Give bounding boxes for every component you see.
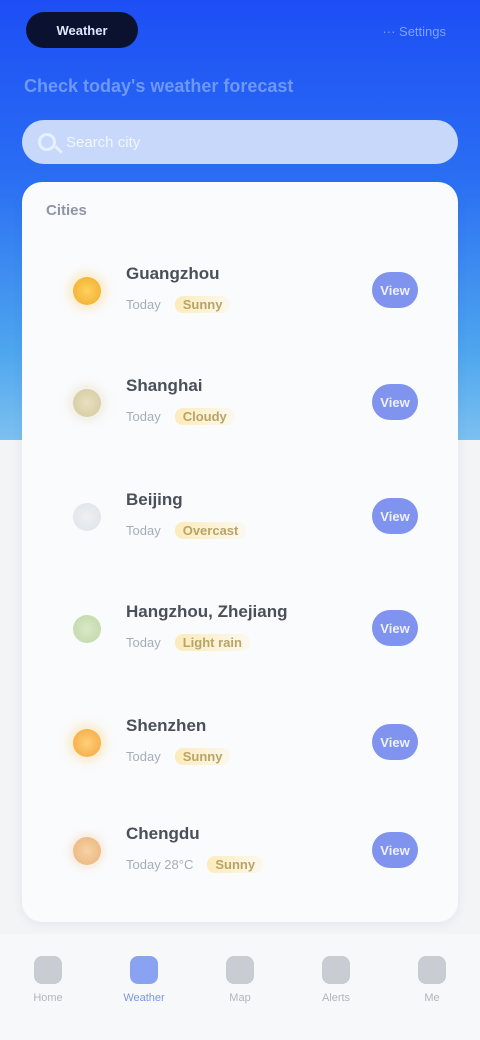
- top-right-actions[interactable]: ··· Settings: [382, 20, 446, 42]
- top-bar: Weather ··· Settings: [0, 0, 480, 64]
- weather-tag: Sunny: [174, 747, 231, 765]
- weather-tag: Sunny: [207, 855, 264, 873]
- view-button[interactable]: View: [372, 724, 418, 760]
- list-item[interactable]: Chengdu Today 28°C Sunny View: [22, 802, 458, 902]
- city-meta: Today Cloudy: [126, 406, 235, 426]
- city-name: Shanghai: [126, 376, 203, 395]
- list-item[interactable]: Hangzhou, Zhejiang Today Light rain View: [22, 580, 458, 680]
- app-title-pill[interactable]: Weather: [26, 12, 138, 48]
- map-icon: [226, 956, 254, 984]
- nav-item-map[interactable]: Map: [205, 956, 275, 1004]
- search-input[interactable]: [66, 133, 442, 151]
- nav-label: Weather: [123, 992, 165, 1004]
- weather-tag: Light rain: [174, 633, 250, 651]
- city-meta: Today Sunny: [126, 294, 231, 314]
- rain-icon: [66, 608, 108, 650]
- list-item[interactable]: Beijing Today Overcast View: [22, 468, 458, 568]
- search-icon: [38, 133, 56, 151]
- sun-icon: [66, 270, 108, 312]
- sun-icon: [66, 830, 108, 872]
- city-meta: Today Light rain: [126, 632, 250, 652]
- nav-item-home[interactable]: Home: [13, 956, 83, 1004]
- home-icon: [34, 956, 62, 984]
- search-bar[interactable]: [22, 120, 458, 164]
- city-name: Hangzhou, Zhejiang: [126, 602, 288, 621]
- user-icon: [418, 956, 446, 984]
- nav-item-alerts[interactable]: Alerts: [301, 956, 371, 1004]
- city-subtext: Today: [126, 296, 161, 312]
- list-item[interactable]: Guangzhou Today Sunny View: [22, 242, 458, 342]
- view-button[interactable]: View: [372, 832, 418, 868]
- weather-icon: [130, 956, 158, 984]
- view-button[interactable]: View: [372, 272, 418, 308]
- sun-icon: [66, 722, 108, 764]
- view-button[interactable]: View: [372, 610, 418, 646]
- city-meta: Today 28°C Sunny: [126, 854, 264, 874]
- nav-label: Home: [33, 992, 63, 1004]
- bell-icon: [322, 956, 350, 984]
- city-subtext: Today 28°C: [126, 856, 194, 872]
- nav-item-me[interactable]: Me: [397, 956, 467, 1004]
- list-item[interactable]: Shenzhen Today Sunny View: [22, 694, 458, 794]
- city-subtext: Today: [126, 748, 161, 764]
- view-button[interactable]: View: [372, 384, 418, 420]
- city-name: Beijing: [126, 490, 183, 509]
- cloud-icon: [66, 496, 108, 538]
- page-subtitle: Check today's weather forecast: [24, 76, 294, 96]
- weather-tag: Sunny: [174, 295, 231, 313]
- city-subtext: Today: [126, 408, 161, 424]
- top-right-text[interactable]: ··· Settings: [382, 24, 446, 39]
- nav-item-weather[interactable]: Weather: [109, 956, 179, 1004]
- city-name: Chengdu: [126, 824, 200, 843]
- weather-tag: Overcast: [174, 521, 247, 539]
- nav-label: Me: [424, 992, 440, 1004]
- weather-tag: Cloudy: [174, 407, 235, 425]
- nav-label: Map: [229, 992, 251, 1004]
- city-name: Guangzhou: [126, 264, 220, 283]
- city-list-card: Cities Guangzhou Today Sunny View Shangh…: [22, 182, 458, 922]
- city-meta: Today Overcast: [126, 520, 247, 540]
- city-subtext: Today: [126, 634, 161, 650]
- bottom-nav: Home Weather Map Alerts Me: [0, 934, 480, 1040]
- city-meta: Today Sunny: [126, 746, 231, 766]
- city-name: Shenzhen: [126, 716, 207, 735]
- list-item[interactable]: Shanghai Today Cloudy View: [22, 354, 458, 454]
- nav-label: Alerts: [321, 992, 351, 1004]
- view-button[interactable]: View: [372, 498, 418, 534]
- city-subtext: Today: [126, 522, 161, 538]
- partly-cloudy-icon: [66, 382, 108, 424]
- list-title: Cities: [46, 202, 87, 219]
